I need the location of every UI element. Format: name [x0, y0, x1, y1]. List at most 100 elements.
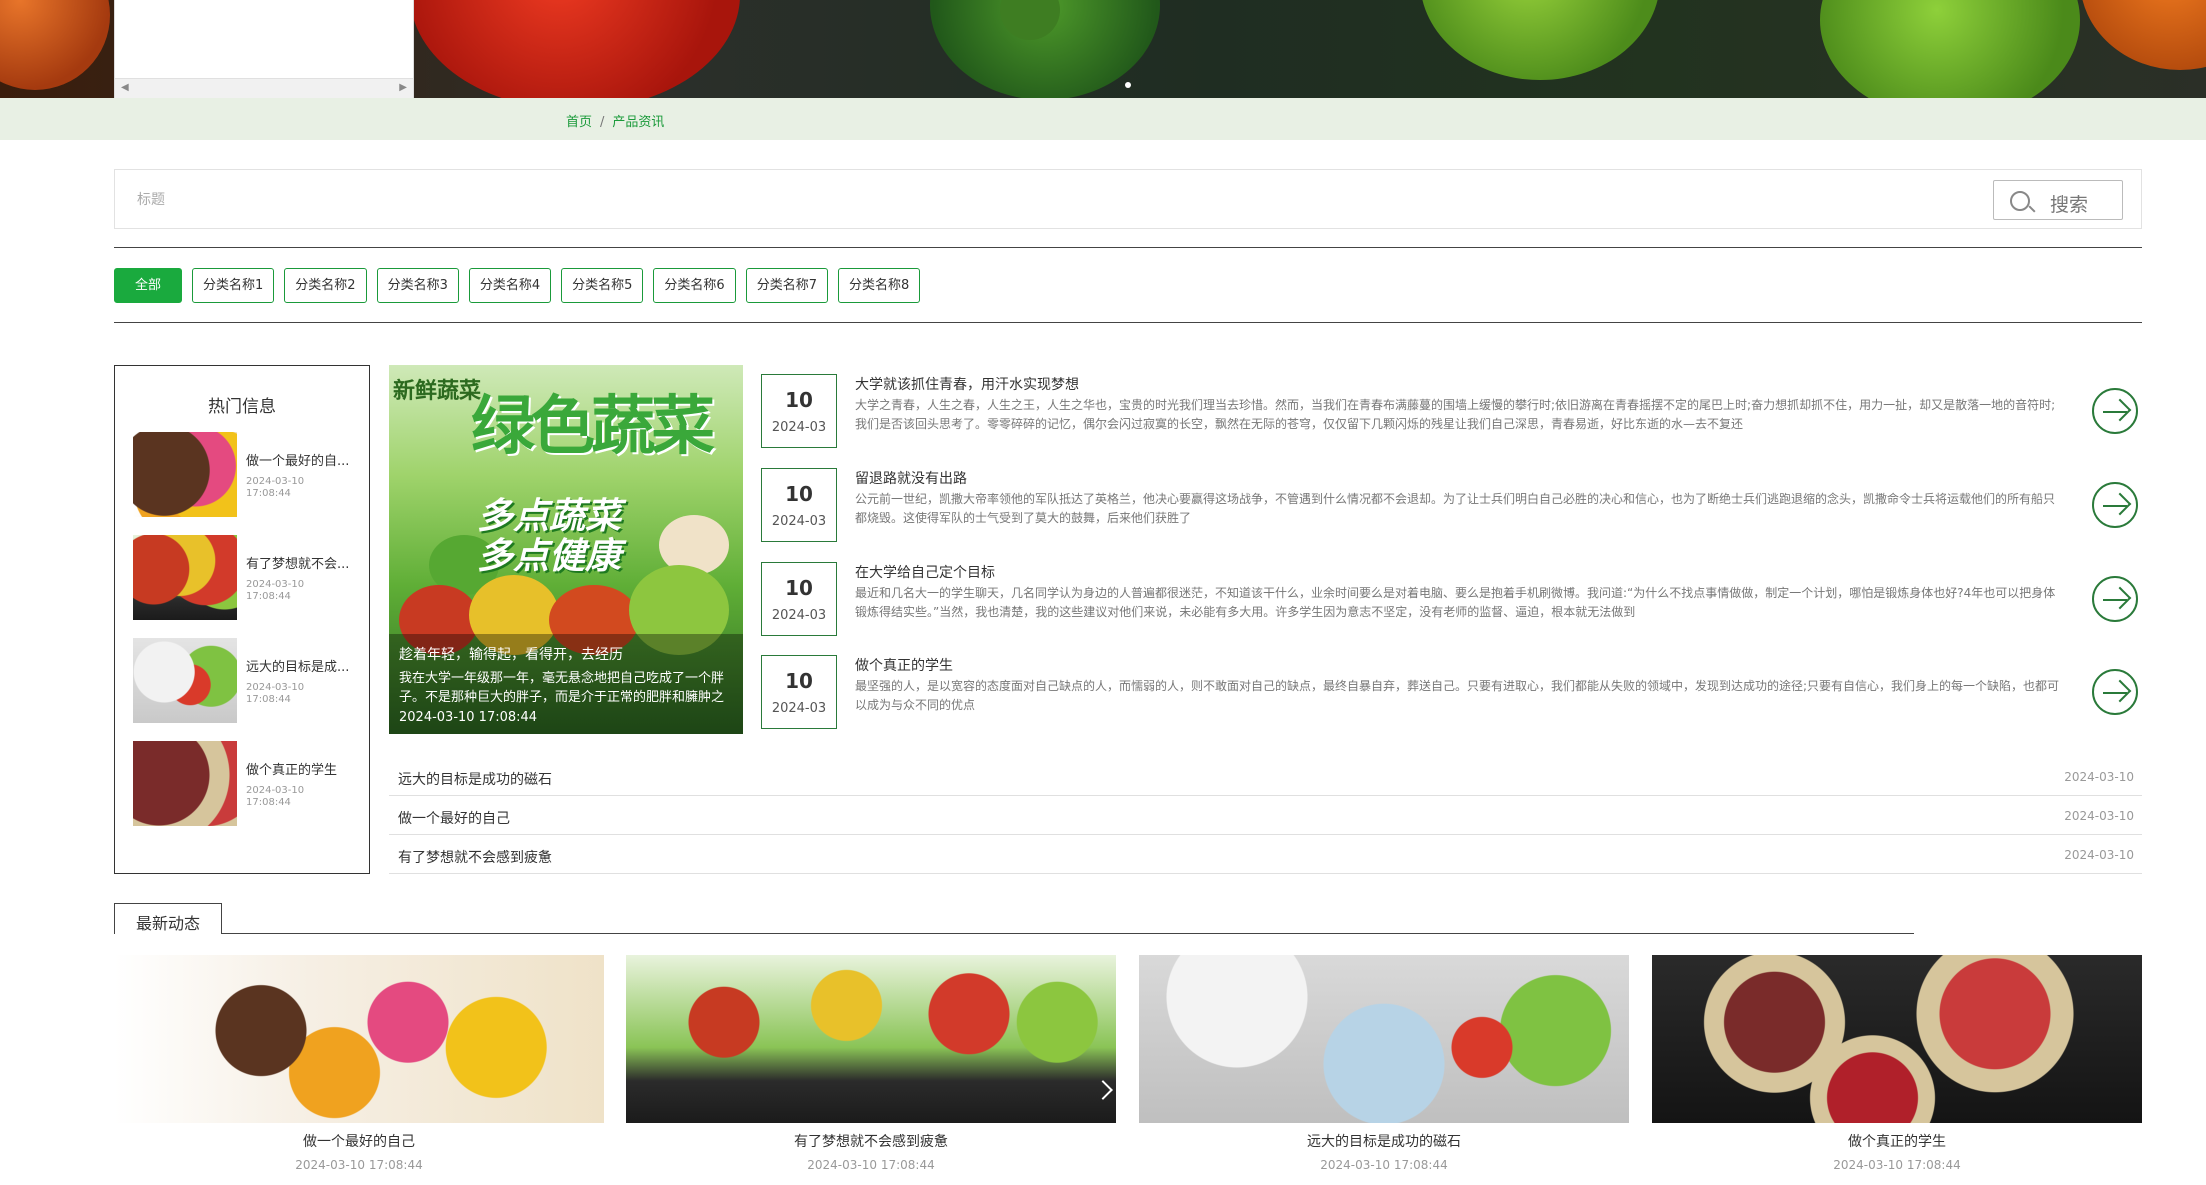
latest-card[interactable]: 做一个最好的自己 2024-03-10 17:08:44 — [114, 955, 604, 1185]
date-year-month: 2024-03 — [771, 420, 827, 435]
latest-card-image[interactable] — [1139, 955, 1629, 1123]
hot-item-date: 2024-03-10 17:08:44 — [246, 579, 305, 602]
news-item[interactable]: 10 2024-03 在大学给自己定个目标 最近和几名大一的学生聊天，几名同学认… — [761, 562, 2142, 636]
category-2[interactable]: 分类名称2 — [284, 268, 367, 303]
hot-item-image[interactable] — [133, 432, 237, 517]
latest-card-title[interactable]: 有了梦想就不会感到疲惫 — [626, 1131, 1116, 1151]
list-item-date: 2024-03-10 — [2064, 809, 2134, 823]
latest-card-image[interactable] — [1652, 955, 2142, 1123]
search-icon — [2010, 191, 2030, 211]
search-input[interactable] — [135, 188, 1635, 212]
hot-item[interactable]: 做个真正的学生 2024-03-10 17:08:44 — [133, 741, 358, 826]
date-badge: 10 2024-03 — [761, 468, 837, 542]
date-year-month: 2024-03 — [771, 608, 827, 623]
latest-card-date: 2024-03-10 17:08:44 — [1320, 1158, 1448, 1172]
breadcrumb-separator: / — [600, 115, 605, 130]
list-item-date: 2024-03-10 — [2064, 848, 2134, 862]
latest-card[interactable]: 做个真正的学生 2024-03-10 17:08:44 — [1652, 955, 2142, 1185]
news-item[interactable]: 10 2024-03 做个真正的学生 最坚强的人，是以宽容的态度面对自己缺点的人… — [761, 655, 2142, 729]
scroll-left-icon[interactable]: ◀ — [121, 82, 129, 93]
latest-card-image[interactable] — [114, 955, 604, 1123]
hot-item-image[interactable] — [133, 535, 237, 620]
date-badge: 10 2024-03 — [761, 374, 837, 448]
latest-tab[interactable]: 最新动态 — [114, 903, 222, 934]
category-6[interactable]: 分类名称6 — [653, 268, 736, 303]
divider — [114, 322, 2142, 323]
date-badge: 10 2024-03 — [761, 562, 837, 636]
latest-card-date: 2024-03-10 17:08:44 — [807, 1158, 935, 1172]
hot-item[interactable]: 有了梦想就不会... 2024-03-10 17:08:44 — [133, 535, 358, 620]
hot-item-title[interactable]: 做一个最好的自... — [246, 450, 358, 469]
latest-card-image[interactable] — [626, 955, 1116, 1123]
feature-caption: 趁着年轻，输得起，看得开，去经历 我在大学一年级那一年，毫无悬念地把自己吃成了一… — [389, 634, 743, 734]
news-title[interactable]: 做个真正的学生 — [855, 655, 953, 675]
search-button-label: 搜索 — [2050, 194, 2089, 216]
category-5[interactable]: 分类名称5 — [561, 268, 644, 303]
banner-pepper — [1420, 0, 1660, 80]
hot-item-image[interactable] — [133, 741, 237, 826]
search-box: 搜索 — [114, 169, 2142, 229]
list-item[interactable]: 做一个最好的自己 2024-03-10 — [389, 797, 2142, 835]
category-3[interactable]: 分类名称3 — [376, 268, 459, 303]
feature-headline: 绿色蔬菜 — [471, 389, 715, 464]
arrow-right-icon[interactable] — [2092, 482, 2138, 528]
news-item[interactable]: 10 2024-03 大学就该抓住青春，用汗水实现梦想 大学之青春，人生之春，人… — [761, 374, 2142, 448]
news-title[interactable]: 在大学给自己定个目标 — [855, 562, 995, 582]
carousel-indicator[interactable] — [1125, 82, 1131, 88]
feature-subline: 多点蔬菜 多点健康 — [477, 496, 622, 577]
news-title[interactable]: 大学就该抓住青春，用汗水实现梦想 — [855, 374, 1079, 394]
news-item[interactable]: 10 2024-03 留退路就没有出路 公元前一世纪，凯撒大帝率领他的军队抵达了… — [761, 468, 2142, 542]
list-item[interactable]: 有了梦想就不会感到疲惫 2024-03-10 — [389, 836, 2142, 874]
latest-card[interactable]: 有了梦想就不会感到疲惫 2024-03-10 17:08:44 — [626, 955, 1116, 1185]
date-day: 10 — [785, 482, 813, 506]
list-item[interactable]: 远大的目标是成功的磁石 2024-03-10 — [389, 758, 2142, 796]
arrow-right-icon[interactable] — [2092, 388, 2138, 434]
search-button[interactable]: 搜索 — [1993, 180, 2123, 220]
arrow-right-icon[interactable] — [2092, 669, 2138, 715]
banner-pepper — [1820, 0, 2080, 98]
breadcrumb: 首页 / 产品资讯 — [566, 111, 664, 130]
latest-card-title[interactable]: 做一个最好的自己 — [114, 1131, 604, 1151]
divider — [222, 933, 1914, 934]
side-panel: ◀ ▶ — [114, 0, 414, 98]
horizontal-scrollbar[interactable]: ◀ ▶ — [115, 78, 413, 98]
featured-article[interactable]: 新鲜蔬菜 绿色蔬菜 多点蔬菜 多点健康 趁着年轻，输得起，看得开，去经历 我在大学… — [389, 365, 743, 734]
list-item-date: 2024-03-10 — [2064, 770, 2134, 784]
breadcrumb-current[interactable]: 产品资讯 — [612, 115, 664, 130]
hot-item[interactable]: 做一个最好的自... 2024-03-10 17:08:44 — [133, 432, 358, 517]
latest-card-date: 2024-03-10 17:08:44 — [1833, 1158, 1961, 1172]
feature-date: 2024-03-10 17:08:44 — [399, 710, 538, 725]
category-all[interactable]: 全部 — [114, 268, 182, 303]
hot-item-date: 2024-03-10 17:08:44 — [246, 476, 305, 499]
category-4[interactable]: 分类名称4 — [468, 268, 552, 303]
feature-title[interactable]: 趁着年轻，输得起，看得开，去经历 — [399, 644, 623, 664]
news-title[interactable]: 留退路就没有出路 — [855, 468, 967, 488]
hot-item-title[interactable]: 做个真正的学生 — [246, 759, 358, 778]
arrow-right-icon[interactable] — [2092, 576, 2138, 622]
category-filter: 全部 分类名称1 分类名称2 分类名称3 分类名称4 分类名称5 分类名称6 分… — [114, 268, 921, 303]
latest-card[interactable]: 远大的目标是成功的磁石 2024-03-10 17:08:44 — [1139, 955, 1629, 1185]
news-description: 大学之青春，人生之春，人生之王，人生之华也，宝贵的时光我们理当去珍惜。然而，当我… — [855, 398, 2056, 431]
date-year-month: 2024-03 — [771, 514, 827, 529]
hot-item-date: 2024-03-10 17:08:44 — [246, 785, 305, 808]
category-8[interactable]: 分类名称8 — [837, 268, 921, 303]
banner-vegetable — [2080, 0, 2206, 70]
hot-item-title[interactable]: 有了梦想就不会... — [246, 553, 358, 572]
latest-card-title[interactable]: 做个真正的学生 — [1652, 1131, 2142, 1151]
chevron-right-icon[interactable] — [1093, 1080, 1113, 1100]
hot-item-title[interactable]: 远大的目标是成... — [246, 656, 358, 675]
list-item-title[interactable]: 有了梦想就不会感到疲惫 — [398, 847, 552, 867]
breadcrumb-bar: 首页 / 产品资讯 — [0, 98, 2206, 140]
date-day: 10 — [785, 576, 813, 600]
latest-card-title[interactable]: 远大的目标是成功的磁石 — [1139, 1131, 1629, 1151]
list-item-title[interactable]: 远大的目标是成功的磁石 — [398, 769, 552, 789]
list-item-title[interactable]: 做一个最好的自己 — [398, 808, 510, 828]
hot-item-image[interactable] — [133, 638, 237, 723]
breadcrumb-home[interactable]: 首页 — [566, 115, 592, 130]
news-description: 最近和几名大一的学生聊天，几名同学认为身边的人普遍都很迷茫，不知道该干什么，业余… — [855, 586, 2056, 619]
hot-info-panel: 热门信息 做一个最好的自... 2024-03-10 17:08:44 有了梦想就… — [114, 365, 370, 874]
hot-item[interactable]: 远大的目标是成... 2024-03-10 17:08:44 — [133, 638, 358, 723]
scroll-right-icon[interactable]: ▶ — [399, 82, 407, 93]
category-1[interactable]: 分类名称1 — [192, 268, 275, 303]
category-7[interactable]: 分类名称7 — [745, 268, 828, 303]
